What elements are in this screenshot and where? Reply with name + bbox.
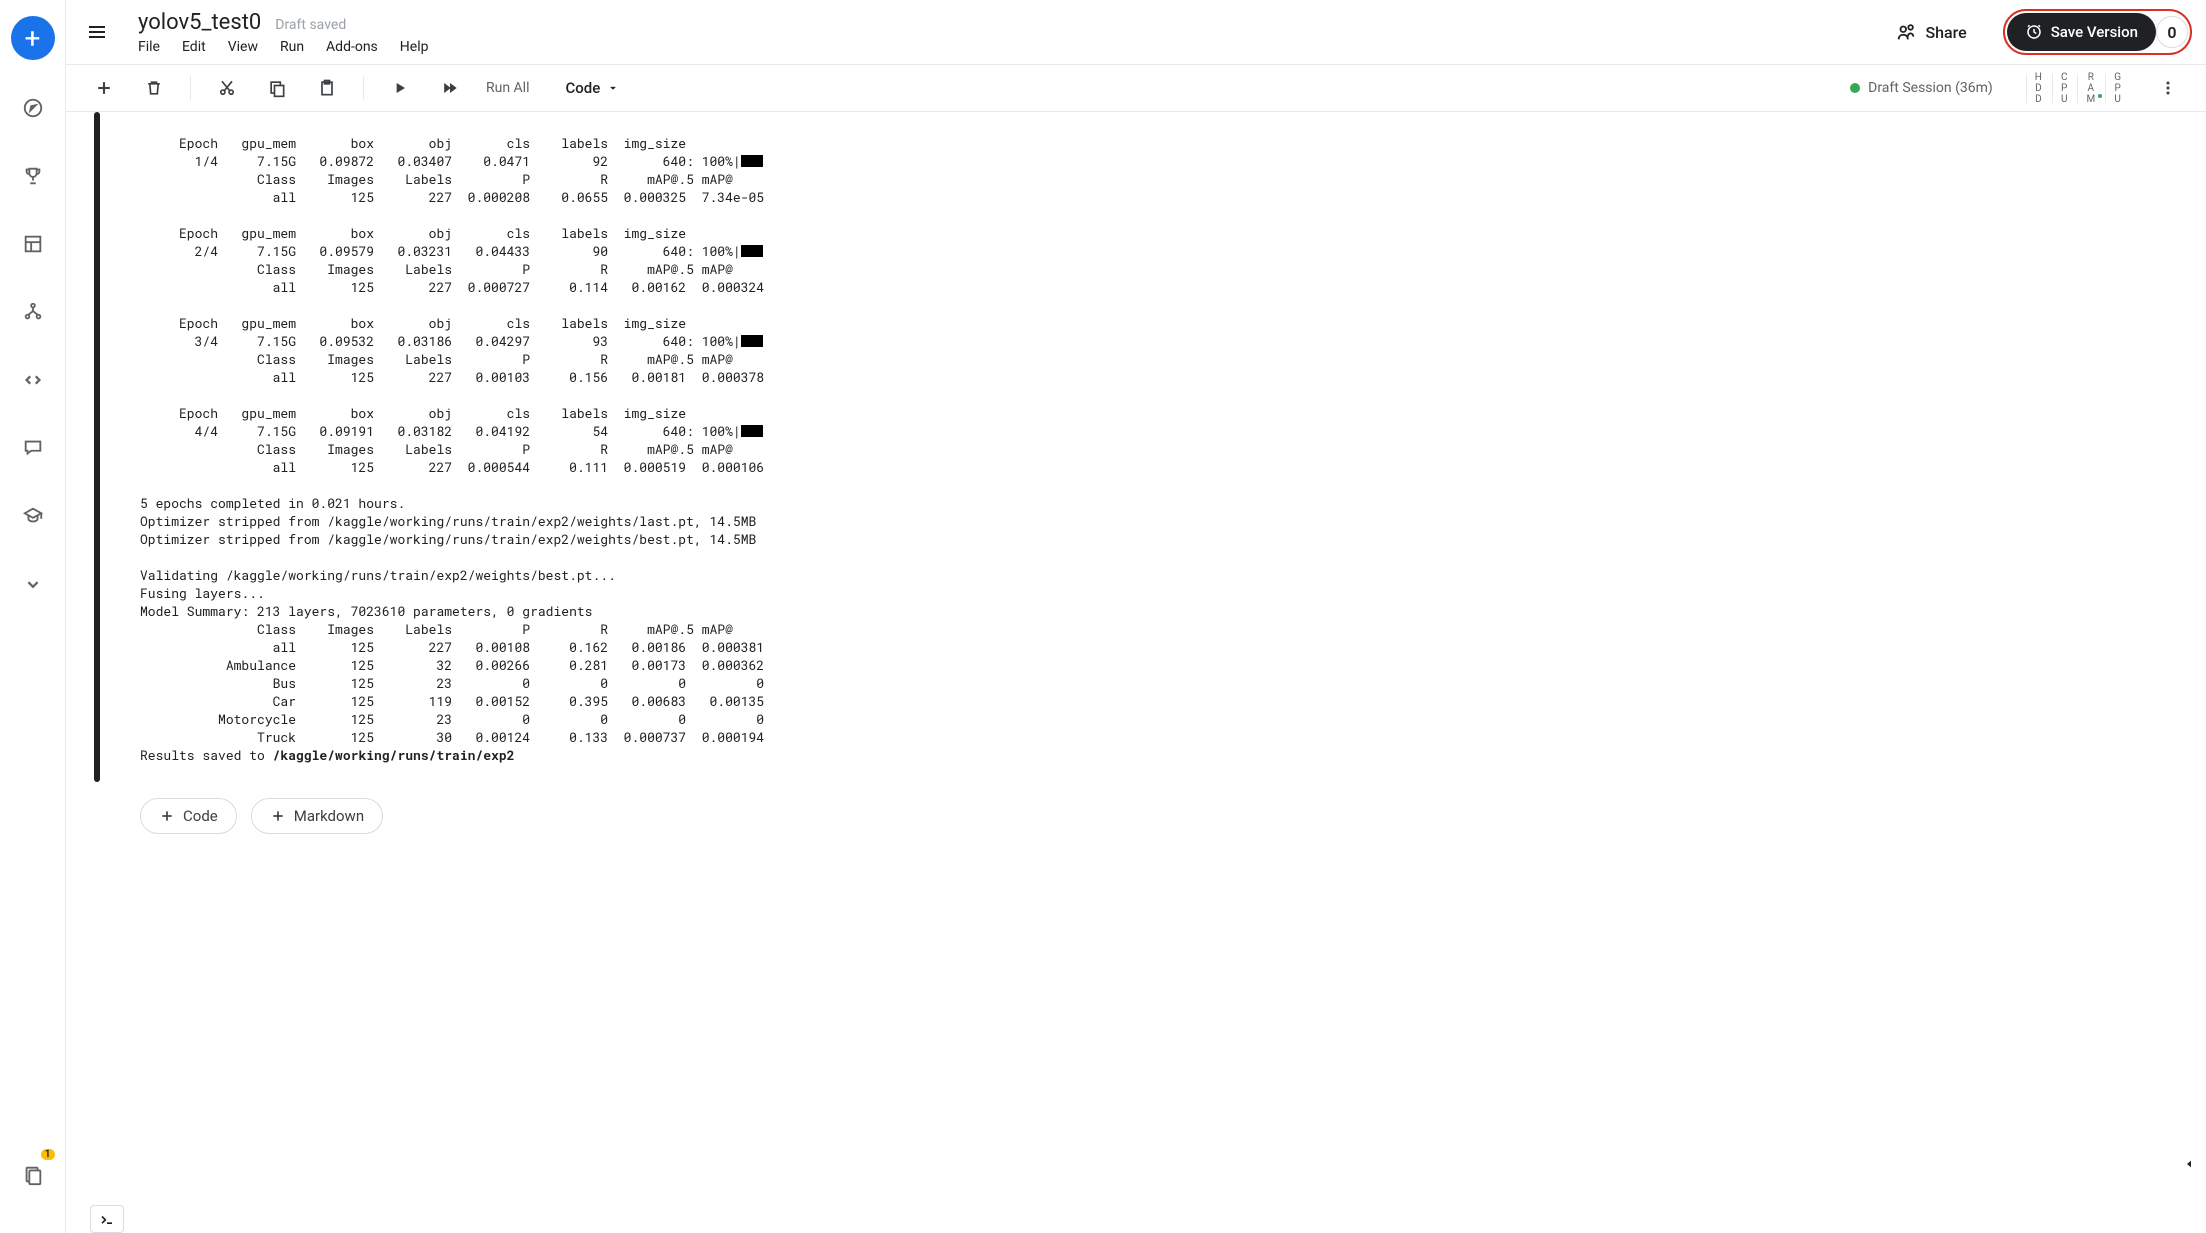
model-icon[interactable]	[13, 292, 53, 332]
menu-view[interactable]: View	[228, 39, 258, 55]
cell-indicator[interactable]	[94, 112, 100, 782]
cell-type-label: Code	[566, 79, 601, 97]
add-cell-button[interactable]	[90, 74, 118, 102]
progress-bar-icon	[741, 425, 763, 437]
menubar: File Edit View Run Add-ons Help	[138, 39, 428, 55]
menu-help[interactable]: Help	[400, 39, 429, 55]
code-icon[interactable]	[13, 360, 53, 400]
add-code-button[interactable]: Code	[140, 798, 237, 834]
create-button[interactable]: +	[11, 16, 55, 60]
save-version-label: Save Version	[2051, 23, 2138, 41]
add-code-label: Code	[183, 807, 218, 825]
table-icon[interactable]	[13, 224, 53, 264]
expand-panel-icon[interactable]	[2178, 1153, 2200, 1175]
run-all-label[interactable]: Run All	[486, 80, 530, 96]
discussion-icon[interactable]	[13, 428, 53, 468]
status-dot-icon	[1850, 83, 1860, 93]
cut-button[interactable]	[213, 74, 241, 102]
learn-icon[interactable]	[13, 496, 53, 536]
expand-more-icon[interactable]	[13, 564, 53, 604]
left-rail: + 1	[0, 0, 66, 1233]
gpu-meter[interactable]: GPU	[2114, 72, 2122, 105]
progress-bar-icon	[741, 245, 763, 257]
progress-bar-icon	[741, 155, 763, 167]
cell-output: Epoch gpu_mem box obj cls labels img_siz…	[140, 112, 764, 782]
save-version-button[interactable]: Save Version	[2007, 13, 2156, 51]
add-cell-row: Code Markdown	[140, 798, 2206, 834]
share-button[interactable]: Share	[1895, 21, 1966, 43]
compass-icon[interactable]	[13, 88, 53, 128]
add-markdown-label: Markdown	[294, 807, 364, 825]
paste-button[interactable]	[313, 74, 341, 102]
ram-meter[interactable]: RAM	[2086, 72, 2096, 105]
cell-type-select[interactable]: Code	[566, 79, 621, 97]
copy-button[interactable]	[263, 74, 291, 102]
session-label: Draft Session (36m)	[1868, 80, 1993, 96]
active-events-icon[interactable]: 1	[13, 1155, 53, 1195]
notebook-title[interactable]: yolov5_test0	[138, 10, 261, 35]
output-cell: Epoch gpu_mem box obj cls labels img_siz…	[94, 112, 2206, 782]
trophy-icon[interactable]	[13, 156, 53, 196]
session-status[interactable]: Draft Session (36m)	[1850, 80, 1993, 96]
hdd-meter[interactable]: HDD	[2035, 72, 2043, 105]
topbar: yolov5_test0 Draft saved File Edit View …	[66, 0, 2206, 64]
toolbar: Run All Code Draft Session (36m) HDD CPU…	[66, 64, 2206, 112]
draft-saved-label: Draft saved	[275, 17, 346, 33]
add-markdown-button[interactable]: Markdown	[251, 798, 383, 834]
notebook-area: Epoch gpu_mem box obj cls labels img_siz…	[66, 112, 2206, 1233]
events-badge: 1	[41, 1149, 55, 1160]
resource-meters: HDD CPU RAM GPU	[2035, 72, 2122, 105]
hamburger-icon[interactable]	[80, 15, 114, 49]
progress-bar-icon	[741, 335, 763, 347]
save-version-highlight: Save Version 0	[2003, 9, 2192, 55]
share-label: Share	[1925, 23, 1966, 42]
console-toggle-icon[interactable]	[90, 1205, 124, 1233]
run-cell-button[interactable]	[386, 74, 414, 102]
menu-addons[interactable]: Add-ons	[326, 39, 378, 55]
cpu-meter[interactable]: CPU	[2061, 72, 2069, 105]
run-all-button-icon[interactable]	[436, 74, 464, 102]
delete-cell-button[interactable]	[140, 74, 168, 102]
menu-edit[interactable]: Edit	[182, 39, 206, 55]
more-options-icon[interactable]	[2154, 74, 2182, 102]
menu-run[interactable]: Run	[280, 39, 304, 55]
version-count[interactable]: 0	[2156, 16, 2188, 48]
menu-file[interactable]: File	[138, 39, 160, 55]
